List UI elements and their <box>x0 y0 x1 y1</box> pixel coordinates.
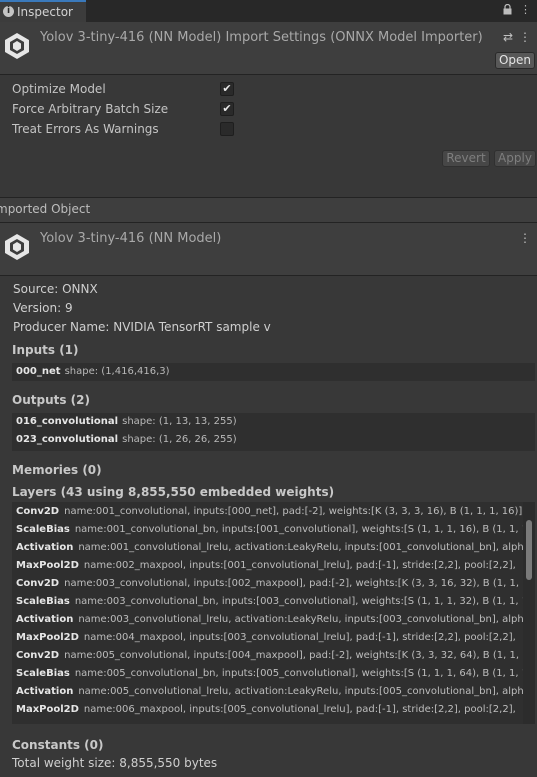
imported-object-label: mported Object <box>0 202 91 216</box>
more-icon[interactable]: ⋮ <box>519 231 531 245</box>
setting-label: Force Arbitrary Batch Size <box>12 102 169 116</box>
model-asset-icon <box>5 33 29 59</box>
layer-row: MaxPool2D name:004_maxpool, inputs:[003_c… <box>16 632 516 650</box>
producer-text: Producer Name: NVIDIA TensorRT sample v <box>13 320 271 334</box>
outputs-heading: Outputs (2) <box>12 393 90 407</box>
layer-type: Activation <box>16 614 74 625</box>
tab-inspector[interactable]: i Inspector <box>0 0 86 22</box>
layer-type: Conv2D <box>16 578 60 589</box>
layer-type: MaxPool2D <box>16 632 79 643</box>
output-shape: shape: (1, 13, 13, 255) <box>122 416 237 427</box>
lock-icon[interactable] <box>503 3 512 18</box>
setting-force-batch-size: Force Arbitrary Batch Size ✔ <box>12 100 252 120</box>
outputs-list: 016_convolutional shape: (1, 13, 13, 255)… <box>12 413 535 451</box>
force-batch-size-checkbox[interactable]: ✔ <box>220 102 234 116</box>
layer-row: ScaleBias name:003_convolutional_bn, inpu… <box>16 596 535 614</box>
layer-desc: name:001_convolutional_bn, inputs:[001_c… <box>74 524 535 535</box>
divider <box>0 74 537 75</box>
version-text: Version: 9 <box>13 301 73 315</box>
divider <box>0 275 537 276</box>
more-icon[interactable]: ⋮ <box>519 30 531 44</box>
output-name: 016_convolutional <box>16 416 119 427</box>
setting-label: Optimize Model <box>12 82 106 96</box>
layer-row: Activation name:005_convolutional_lrelu, … <box>16 686 535 704</box>
layer-desc: name:005_convolutional_lrelu, activation… <box>78 686 535 697</box>
apply-button[interactable]: Apply <box>494 150 536 167</box>
layer-desc: name:005_convolutional, inputs:[004_maxp… <box>64 650 535 661</box>
tab-bar: i Inspector ⋮ <box>0 0 537 22</box>
model-asset-icon <box>5 234 29 260</box>
layers-list[interactable]: Conv2D name:001_convolutional, inputs:[00… <box>12 502 535 724</box>
layer-desc: name:004_maxpool, inputs:[003_convolutio… <box>83 632 516 643</box>
importer-header: Yolov 3-tiny-416 (NN Model) Import Setti… <box>0 22 537 74</box>
asset-header: Yolov 3-tiny-416 (NN Model) ⋮ <box>0 223 537 275</box>
layer-type: ScaleBias <box>16 668 70 679</box>
layer-desc: name:001_convolutional_lrelu, activation… <box>78 542 535 553</box>
layers-heading: Layers (43 using 8,855,550 embedded weig… <box>12 485 335 499</box>
layer-row: ScaleBias name:001_convolutional_bn, inpu… <box>16 524 535 542</box>
info-icon: i <box>3 6 14 17</box>
inputs-list: 000_net shape: (1,416,416,3) <box>12 363 535 381</box>
layer-desc: name:003_convolutional_lrelu, activation… <box>78 614 535 625</box>
layer-desc: name:003_convolutional, inputs:[002_maxp… <box>64 578 535 589</box>
optimize-model-checkbox[interactable]: ✔ <box>220 82 234 96</box>
menu-icon[interactable]: ⋮ <box>520 4 531 18</box>
importer-title: Yolov 3-tiny-416 (NN Model) Import Setti… <box>40 30 483 45</box>
revert-button[interactable]: Revert <box>442 150 490 167</box>
layers-scrollbar[interactable] <box>523 502 535 724</box>
output-item: 016_convolutional shape: (1, 13, 13, 255) <box>16 416 237 434</box>
source-text: Source: ONNX <box>13 282 98 296</box>
treat-errors-checkbox[interactable] <box>220 122 234 136</box>
layer-row: Conv2D name:005_convolutional, inputs:[00… <box>16 650 535 668</box>
setting-treat-errors: Treat Errors As Warnings <box>12 120 252 140</box>
setting-label: Treat Errors As Warnings <box>12 122 159 136</box>
layer-type: MaxPool2D <box>16 560 79 571</box>
constants-heading: Constants (0) <box>12 738 104 752</box>
layer-row: Conv2D name:001_convolutional, inputs:[00… <box>16 506 522 524</box>
layer-row: MaxPool2D name:006_maxpool, inputs:[005_c… <box>16 704 516 722</box>
input-item: 000_net shape: (1,416,416,3) <box>16 366 170 384</box>
layer-desc: name:002_maxpool, inputs:[001_convolutio… <box>83 560 516 571</box>
layer-type: ScaleBias <box>16 596 70 607</box>
scrollbar-thumb[interactable] <box>526 520 532 580</box>
layer-row: Activation name:001_convolutional_lrelu, … <box>16 542 535 560</box>
layer-type: MaxPool2D <box>16 704 79 715</box>
layer-desc: name:003_convolutional_bn, inputs:[003_c… <box>74 596 535 607</box>
layer-desc: name:001_convolutional, inputs:[000_net]… <box>64 506 523 517</box>
layer-type: ScaleBias <box>16 524 70 535</box>
layer-row: ScaleBias name:005_convolutional_bn, inpu… <box>16 668 535 686</box>
layer-desc: name:006_maxpool, inputs:[005_convolutio… <box>83 704 516 715</box>
output-item: 023_convolutional shape: (1, 26, 26, 255) <box>16 434 237 452</box>
layer-row: Conv2D name:003_convolutional, inputs:[00… <box>16 578 535 596</box>
layer-desc: name:005_convolutional_bn, inputs:[005_c… <box>74 668 535 679</box>
input-shape: shape: (1,416,416,3) <box>64 366 170 377</box>
layer-type: Activation <box>16 542 74 553</box>
layer-type: Conv2D <box>16 506 60 517</box>
output-shape: shape: (1, 26, 26, 255) <box>122 434 237 445</box>
inputs-heading: Inputs (1) <box>12 343 79 357</box>
tab-label: Inspector <box>17 5 73 19</box>
setting-optimize-model: Optimize Model ✔ <box>12 80 252 100</box>
total-weight-text: Total weight size: 8,855,550 bytes <box>12 756 218 770</box>
imported-object-header: mported Object <box>0 198 537 222</box>
layer-type: Conv2D <box>16 650 60 661</box>
layer-row: Activation name:003_convolutional_lrelu, … <box>16 614 535 632</box>
layer-type: Activation <box>16 686 74 697</box>
memories-heading: Memories (0) <box>12 463 102 477</box>
asset-title: Yolov 3-tiny-416 (NN Model) <box>40 231 222 246</box>
input-name: 000_net <box>16 366 61 377</box>
layer-row: MaxPool2D name:002_maxpool, inputs:[001_c… <box>16 560 516 578</box>
output-name: 023_convolutional <box>16 434 119 445</box>
settings-adjust-icon[interactable]: ⇄ <box>503 30 513 44</box>
open-button[interactable]: Open <box>495 52 535 69</box>
